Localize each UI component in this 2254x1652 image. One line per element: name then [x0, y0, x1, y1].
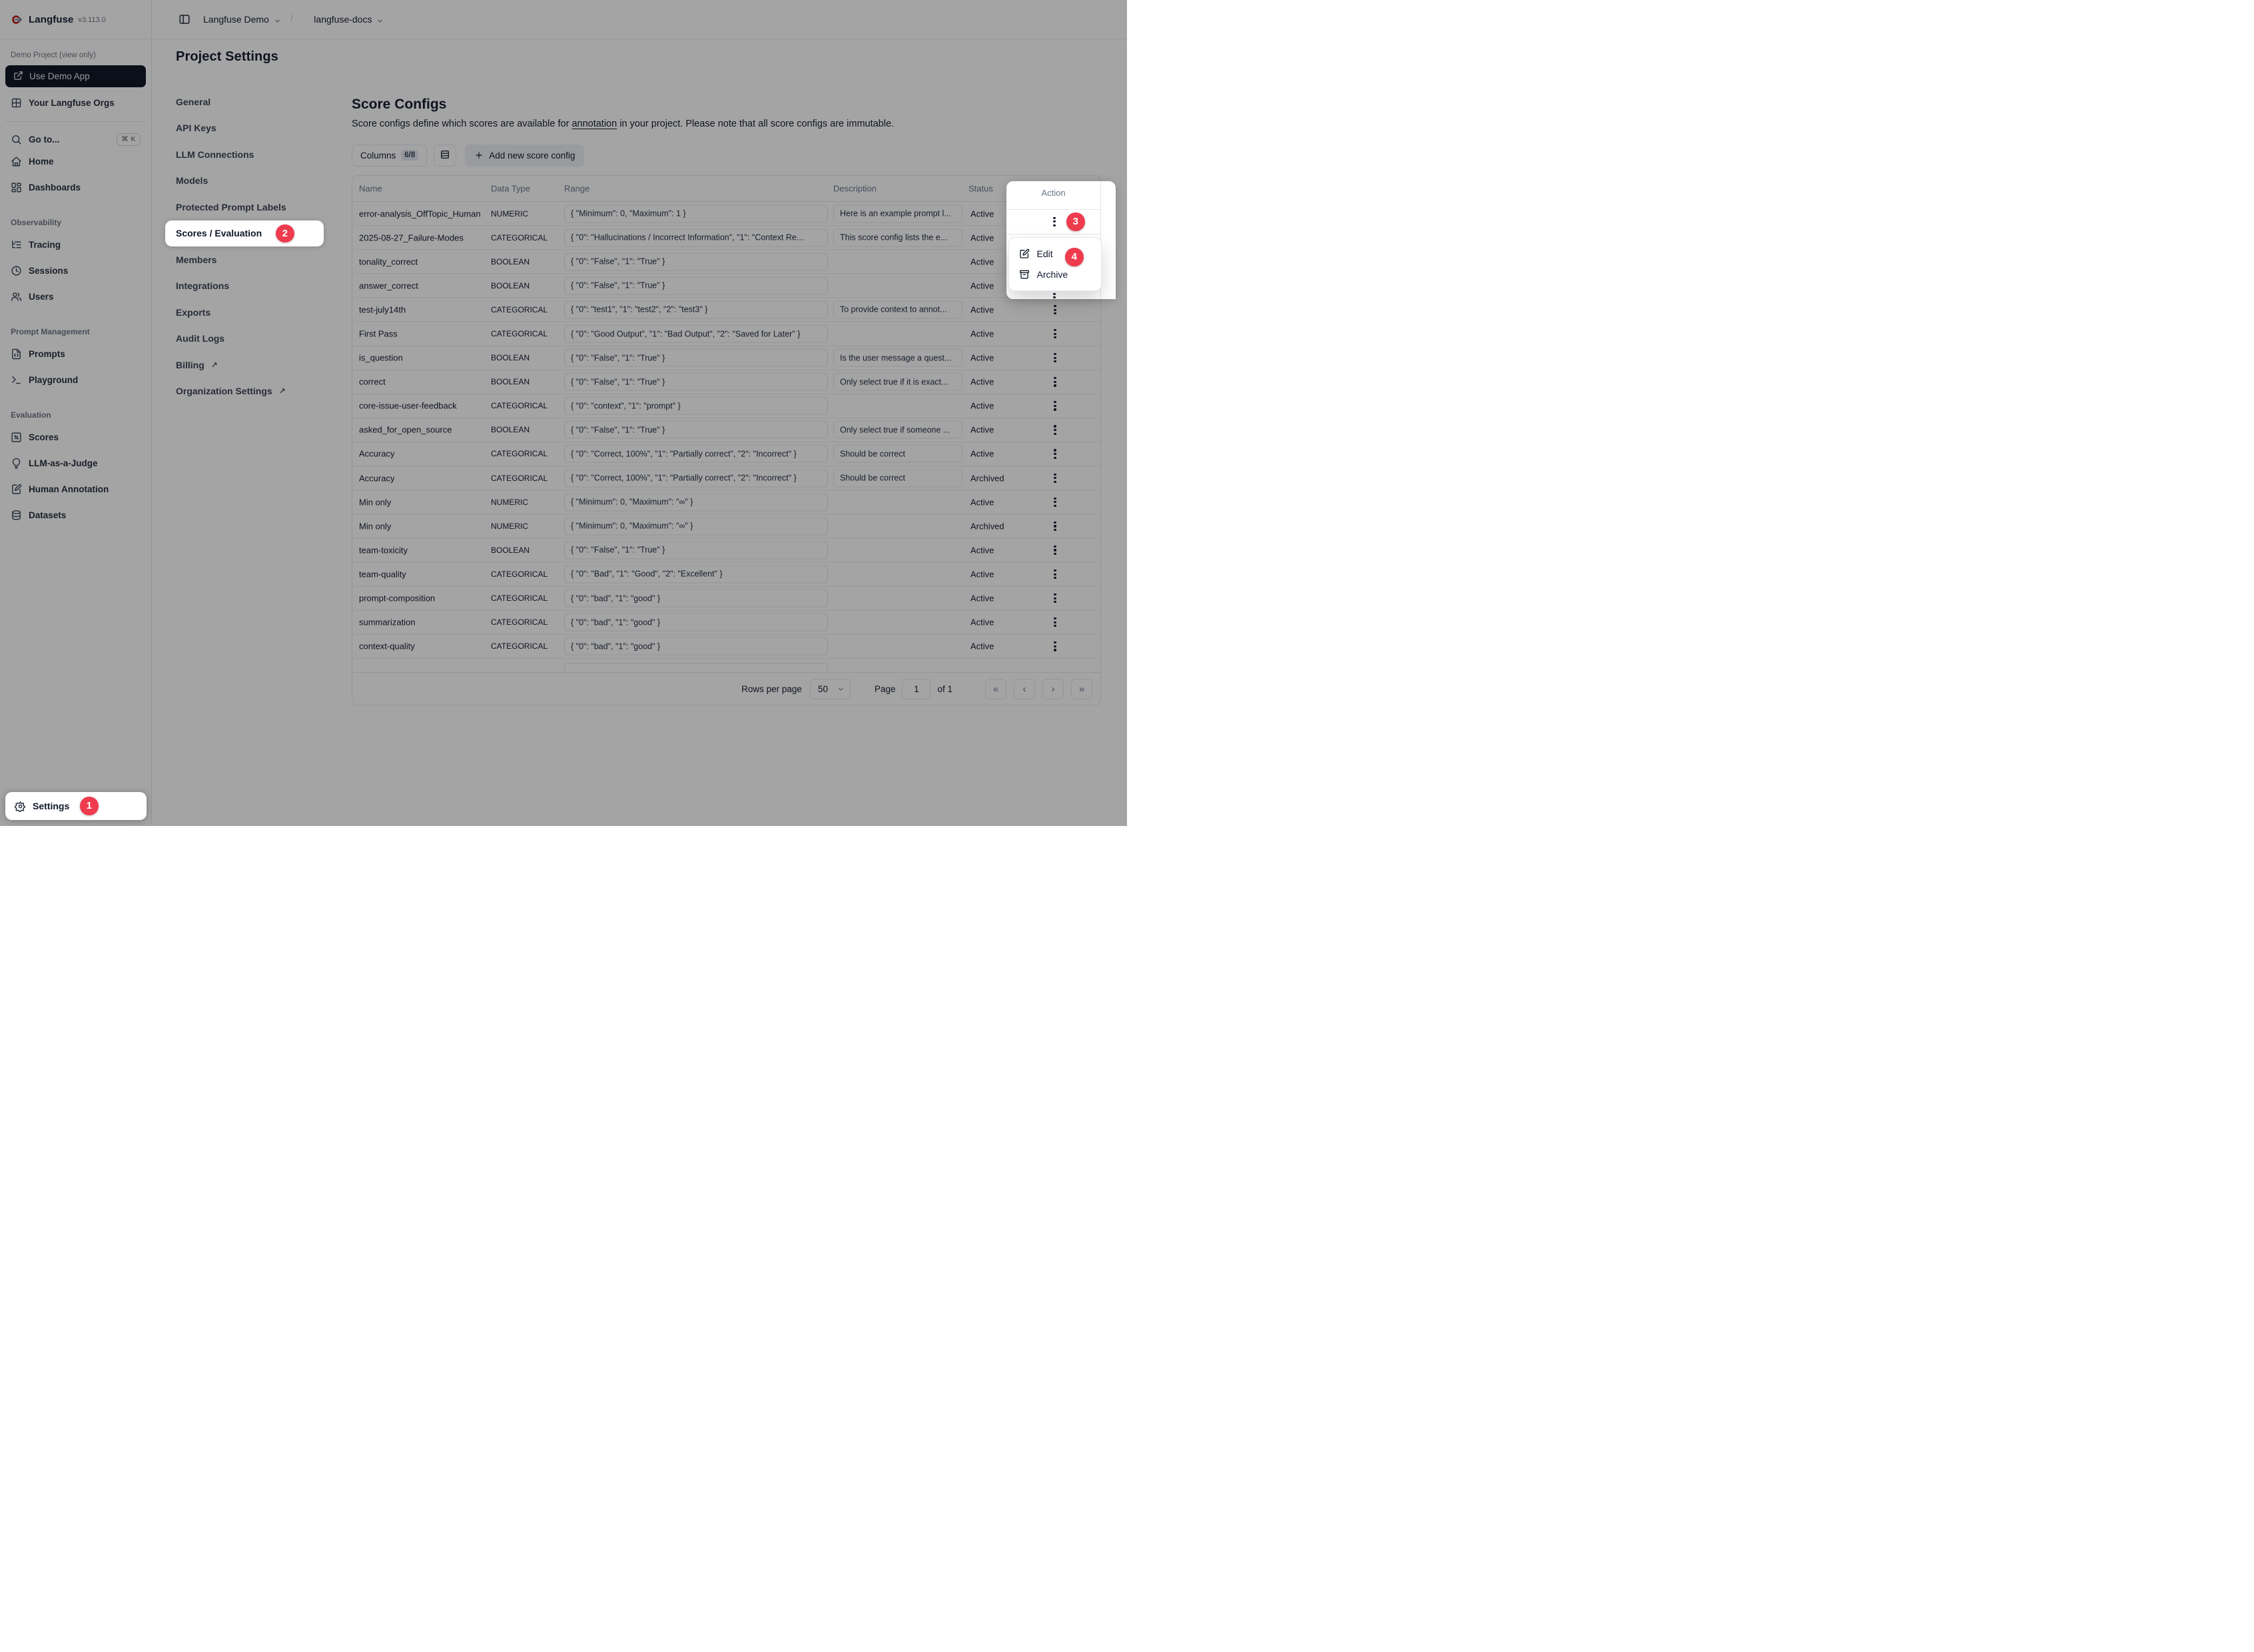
- app-window: Langfuse v3.113.0 Demo Project (view onl…: [0, 0, 1127, 826]
- row-action-menu: Edit Archive: [1008, 237, 1102, 291]
- settings-nav-item-scores-evaluation[interactable]: Scores / Evaluation2: [165, 220, 324, 247]
- step-badge-3: 3: [1066, 212, 1085, 231]
- archive-icon: [1019, 269, 1030, 280]
- col-header-action: Action: [1006, 188, 1100, 198]
- edit-icon: [1019, 248, 1030, 259]
- row-actions-kebab[interactable]: [1050, 216, 1058, 226]
- step-badge-4: 4: [1065, 248, 1084, 266]
- menu-item-archive[interactable]: Archive: [1013, 264, 1097, 284]
- sidebar-item-settings[interactable]: Settings 1: [5, 792, 147, 820]
- dim-overlay: [0, 0, 1127, 826]
- menu-item-edit[interactable]: Edit: [1013, 243, 1097, 264]
- step-badge-2: 2: [276, 224, 294, 243]
- divider: [1006, 209, 1100, 210]
- step-badge-1: 1: [80, 797, 99, 815]
- gear-icon: [15, 801, 26, 812]
